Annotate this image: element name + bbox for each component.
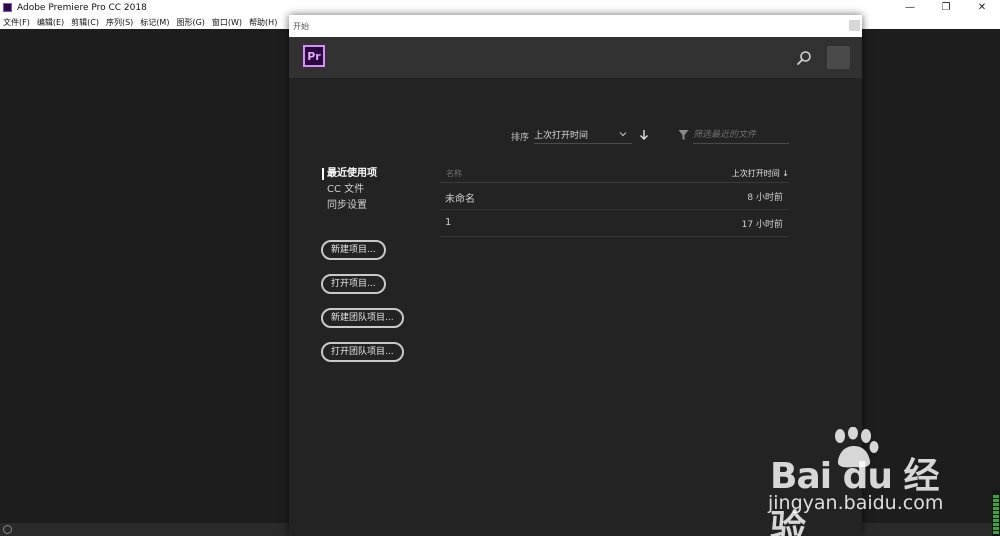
minimize-button[interactable]: — [892, 0, 928, 15]
sort-dropdown-value: 上次打开时间 [534, 131, 589, 141]
sort-label: 排序 [511, 133, 530, 143]
column-header-name[interactable]: 名称 [446, 168, 462, 179]
meter-segment [993, 511, 999, 514]
sidebar-item-cc-files[interactable]: CC 文件 [322, 182, 412, 198]
action-buttons: 新建项目... 打开项目... 新建团队项目... 打开团队项目... [321, 237, 411, 373]
dialog-title: 开始 [293, 21, 309, 31]
meter-segment [993, 531, 999, 534]
filter-input[interactable] [693, 126, 789, 144]
recent-files-table: 名称 上次打开时间 ↓ 未命名 8 小时前 1 17 小时前 [440, 165, 789, 237]
maximize-button[interactable]: ❐ [928, 0, 964, 15]
meter-segment [993, 515, 999, 518]
table-header: 名称 上次打开时间 ↓ [440, 165, 789, 183]
menu-sequence[interactable]: 序列(S) [106, 17, 133, 28]
window-controls: — ❐ ✕ [892, 0, 1000, 15]
close-button[interactable]: ✕ [964, 0, 1000, 15]
table-row[interactable]: 未命名 8 小时前 [440, 183, 789, 210]
menu-edit[interactable]: 编辑(E) [37, 17, 64, 28]
sort-dropdown[interactable]: 上次打开时间 [534, 126, 632, 144]
table-row[interactable]: 1 17 小时前 [440, 210, 789, 237]
window-title: Adobe Premiere Pro CC 2018 [17, 2, 147, 13]
row-name: 未命名 [445, 194, 475, 205]
dialog-titlebar: 开始 [289, 15, 862, 37]
filter-icon [678, 130, 689, 140]
dialog-header: Pr [289, 37, 862, 78]
new-project-button[interactable]: 新建项目... [321, 240, 386, 260]
new-team-project-button[interactable]: 新建团队项目... [321, 308, 404, 328]
watermark-url: jingyan.baidu.com [768, 492, 944, 514]
meter-segment [993, 507, 999, 510]
baidu-watermark: Bai du 经验 jingyan.baidu.com [760, 425, 960, 536]
arrow-down-icon[interactable] [638, 128, 650, 142]
meter-segment [993, 527, 999, 530]
sidebar-item-sync-settings[interactable]: 同步设置 [322, 198, 412, 214]
menu-clip[interactable]: 剪辑(C) [71, 17, 99, 28]
premiere-logo: Pr [303, 45, 325, 67]
meter-segment [993, 499, 999, 502]
sidebar-item-recent[interactable]: 最近使用项 [322, 166, 412, 182]
row-time: 8 小时前 [747, 193, 783, 203]
premiere-app-icon [3, 3, 12, 12]
chevron-down-icon [619, 132, 627, 137]
menu-window[interactable]: 窗口(W) [212, 17, 242, 28]
meter-segment [993, 523, 999, 526]
menu-markers[interactable]: 标记(M) [140, 17, 169, 28]
row-time: 17 小时前 [741, 220, 783, 230]
menu-file[interactable]: 文件(F) [3, 17, 30, 28]
meter-segment [993, 495, 999, 498]
audio-meter [992, 490, 1000, 536]
meter-segment [993, 519, 999, 522]
cloud-sync-icon[interactable] [3, 525, 12, 534]
open-project-button[interactable]: 打开项目... [321, 274, 386, 294]
meter-segment [993, 503, 999, 506]
row-name: 1 [445, 217, 452, 228]
search-icon[interactable] [796, 50, 812, 66]
open-team-project-button[interactable]: 打开团队项目... [321, 342, 404, 362]
sidebar-nav: 最近使用项 CC 文件 同步设置 [322, 166, 412, 214]
column-header-last-opened[interactable]: 上次打开时间 ↓ [732, 168, 789, 179]
dialog-close-button[interactable] [849, 20, 860, 31]
avatar[interactable] [827, 46, 850, 69]
menu-graphics[interactable]: 图形(G) [176, 17, 204, 28]
window-titlebar: Adobe Premiere Pro CC 2018 — ❐ ✕ [0, 0, 1000, 15]
menu-help[interactable]: 帮助(H) [249, 17, 277, 28]
